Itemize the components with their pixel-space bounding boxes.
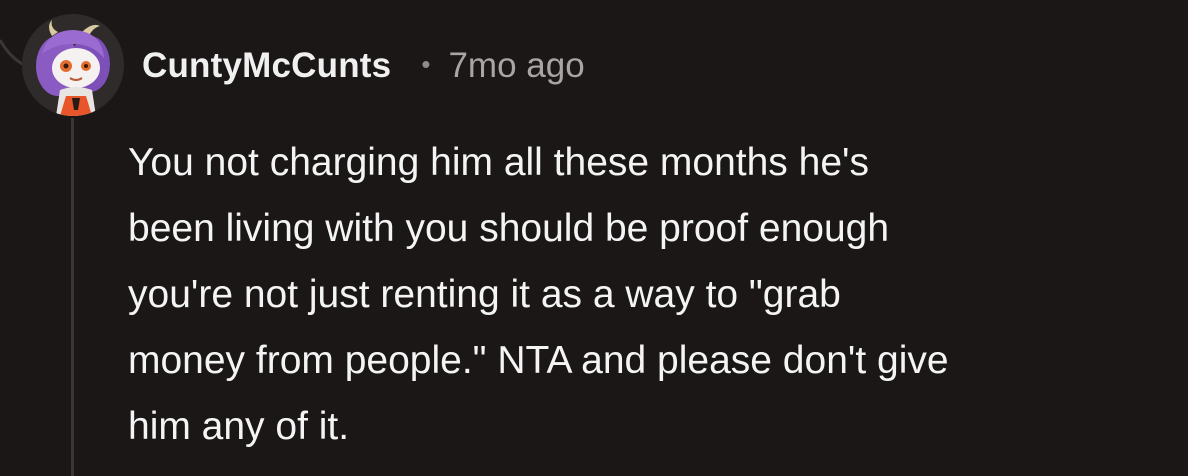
comment-body-line: money from people." NTA and please don't…	[128, 339, 949, 382]
comment: CuntyMcCunts • 7mo ago You not charging …	[0, 0, 1188, 476]
username-link[interactable]: CuntyMcCunts	[142, 46, 391, 86]
timestamp[interactable]: 7mo ago	[448, 46, 584, 86]
comment-body-line: been living with you should be proof eno…	[128, 207, 890, 250]
separator-dot: •	[421, 48, 431, 79]
comment-body-line: him any of it.	[128, 405, 350, 448]
thread-line[interactable]	[71, 118, 74, 476]
comment-body-line: You not charging him all these months he…	[128, 141, 869, 184]
avatar[interactable]	[22, 14, 124, 116]
comment-body-line: you're not just renting it as a way to "…	[128, 273, 841, 316]
comment-body: You not charging him all these months he…	[128, 130, 1173, 460]
comment-header: CuntyMcCunts • 7mo ago	[142, 42, 585, 90]
snoo-avatar-icon	[22, 14, 124, 116]
